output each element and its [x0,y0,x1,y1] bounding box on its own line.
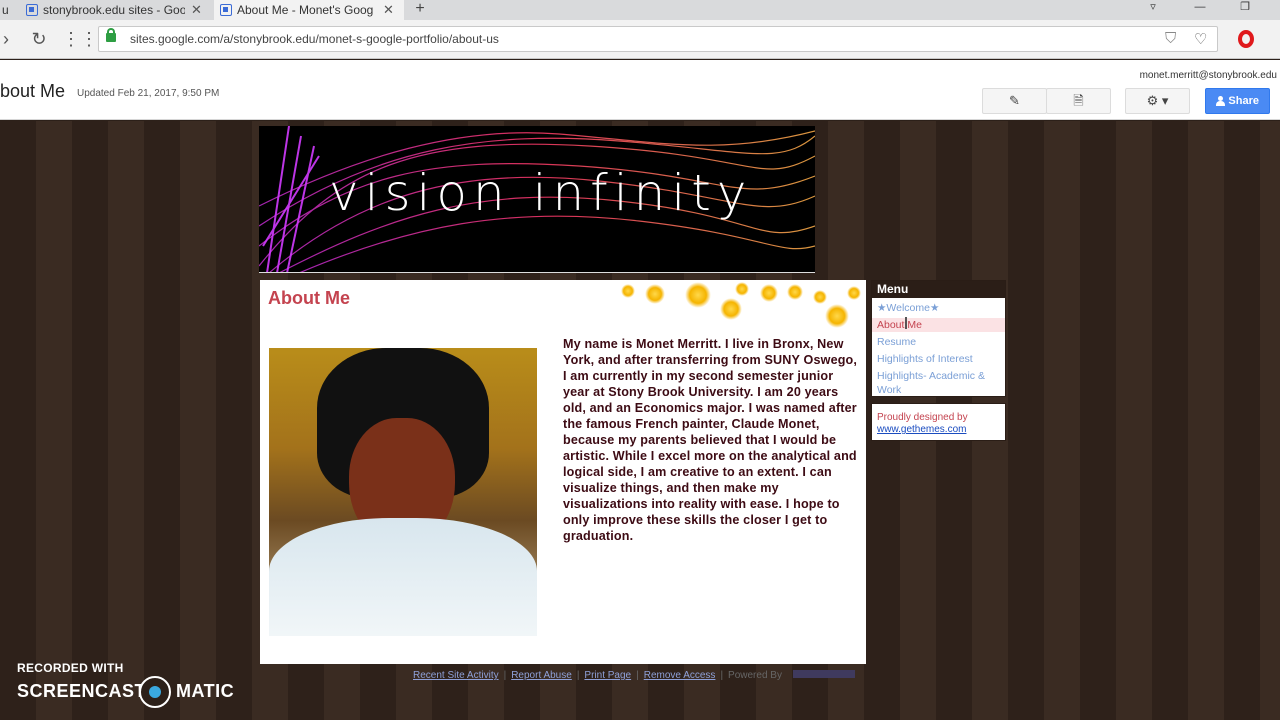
sidebar-item-about-me[interactable]: About Me [872,318,1005,332]
record-icon [139,676,171,708]
photo-shirt [269,518,537,636]
url-text: sites.google.com/a/stonybrook.edu/monet-… [130,32,499,46]
watermark-screencast: SCREENCAST [17,681,147,701]
gear-icon: ⚙ ▾ [1146,93,1169,108]
reload-icon[interactable]: ↻ [27,27,51,51]
pencil-icon: ✎ [1009,93,1020,108]
designed-by-label: Proudly designed by [877,412,968,423]
share-button[interactable]: Share [1205,88,1270,114]
browser-tab-bar: u stonybrook.edu sites - Goo ✕ About Me … [0,0,1280,20]
watermark-matic: MATIC [176,681,235,701]
bio-text: My name is Monet Merritt. I live in Bron… [563,337,858,543]
tab-list-icon[interactable]: ▿ [1133,0,1173,20]
sites-header: bout Me Updated Feb 21, 2017, 9:50 PM mo… [0,60,1280,120]
designed-by-box: Proudly designed by www.gethemes.com [871,403,1006,441]
page-title: About Me [268,288,350,308]
new-page-button[interactable]: 🗎 [1046,88,1111,114]
page-name: bout Me [0,81,66,101]
gethemes-link[interactable]: www.gethemes.com [877,424,1005,436]
tab-label: About Me - Monet's Goog [237,3,374,17]
flower-icon [645,284,665,304]
banner-title: vision infinity [329,164,753,222]
edit-page-button[interactable]: ✎ [982,88,1047,114]
flower-icon [847,286,861,300]
close-icon[interactable]: ✕ [383,2,394,18]
flower-icon [760,284,778,302]
share-label: Share [1228,95,1259,107]
restore-icon[interactable]: ❐ [1225,0,1265,20]
separator: | [720,670,724,681]
main-content: About Me My name is Monet Merritt. I liv… [260,280,866,664]
lock-icon [106,28,116,42]
flower-icon [685,282,711,308]
forward-icon[interactable]: › [0,27,18,51]
flower-icon [787,284,803,300]
tab-stonybrook-sites[interactable]: stonybrook.edu sites - Goo ✕ [22,0,208,20]
separator: | [503,670,507,681]
flower-icon [813,290,827,304]
text-cursor [905,317,907,329]
tab-about-me[interactable]: About Me - Monet's Goog ✕ [214,0,404,20]
site-banner: vision infinity [259,126,815,273]
url-bar[interactable]: sites.google.com/a/stonybrook.edu/monet-… [98,26,1218,52]
sidebar-item-highlights-interest[interactable]: Highlights of Interest [872,352,1005,366]
menu-header: Menu [872,281,1005,298]
tab-previous[interactable]: u [0,0,14,20]
google-sites-favicon-icon [26,4,38,16]
flower-icon [825,304,849,328]
apps-grid-icon[interactable]: ⋮⋮ [62,27,98,51]
powered-by-label: Powered By [728,670,782,681]
report-abuse-link[interactable]: Report Abuse [511,670,572,681]
flower-icon [735,282,749,296]
sidebar-menu: Menu ★Welcome★ About Me Resume Highlight… [871,280,1006,397]
powered-by-logo[interactable] [792,670,855,678]
tab-label: u [2,3,9,17]
google-sites-favicon-icon [220,4,232,16]
recent-site-activity-link[interactable]: Recent Site Activity [413,670,499,681]
new-page-icon: 🗎 [1073,93,1084,108]
new-tab-icon[interactable]: + [410,0,430,20]
close-icon[interactable]: ✕ [191,2,202,18]
separator: | [636,670,639,681]
flower-icon [720,298,742,320]
sidebar-item-highlights-academic[interactable]: Highlights- Academic & Work [872,369,997,397]
watermark-recorded-with: RECORDED WITH [17,661,124,675]
remove-access-link[interactable]: Remove Access [644,670,716,681]
print-page-link[interactable]: Print Page [584,670,631,681]
flowers-decoration [615,280,865,330]
heart-icon[interactable]: ♡ [1194,30,1207,48]
shield-icon[interactable]: ⛉ [1165,30,1176,47]
separator: | [576,670,580,681]
sidebar-item-resume[interactable]: Resume [872,335,1005,349]
updated-timestamp: Updated Feb 21, 2017, 9:50 PM [77,88,220,99]
tab-label: stonybrook.edu sites - Goo [43,3,185,17]
person-icon [1216,96,1225,106]
account-email[interactable]: monet.merritt@stonybrook.edu [1140,70,1277,81]
flower-icon [621,284,635,298]
profile-photo [269,348,537,636]
opera-menu-icon[interactable] [1238,30,1254,48]
minimize-icon[interactable]: — [1180,0,1220,20]
address-bar-row: › ↻ ⋮⋮ sites.google.com/a/stonybrook.edu… [0,20,1280,59]
site-footer: Recent Site Activity | Report Abuse | Print … [413,670,855,681]
sidebar-item-welcome[interactable]: ★Welcome★ [872,301,1005,315]
more-actions-button[interactable]: ⚙ ▾ [1125,88,1190,114]
